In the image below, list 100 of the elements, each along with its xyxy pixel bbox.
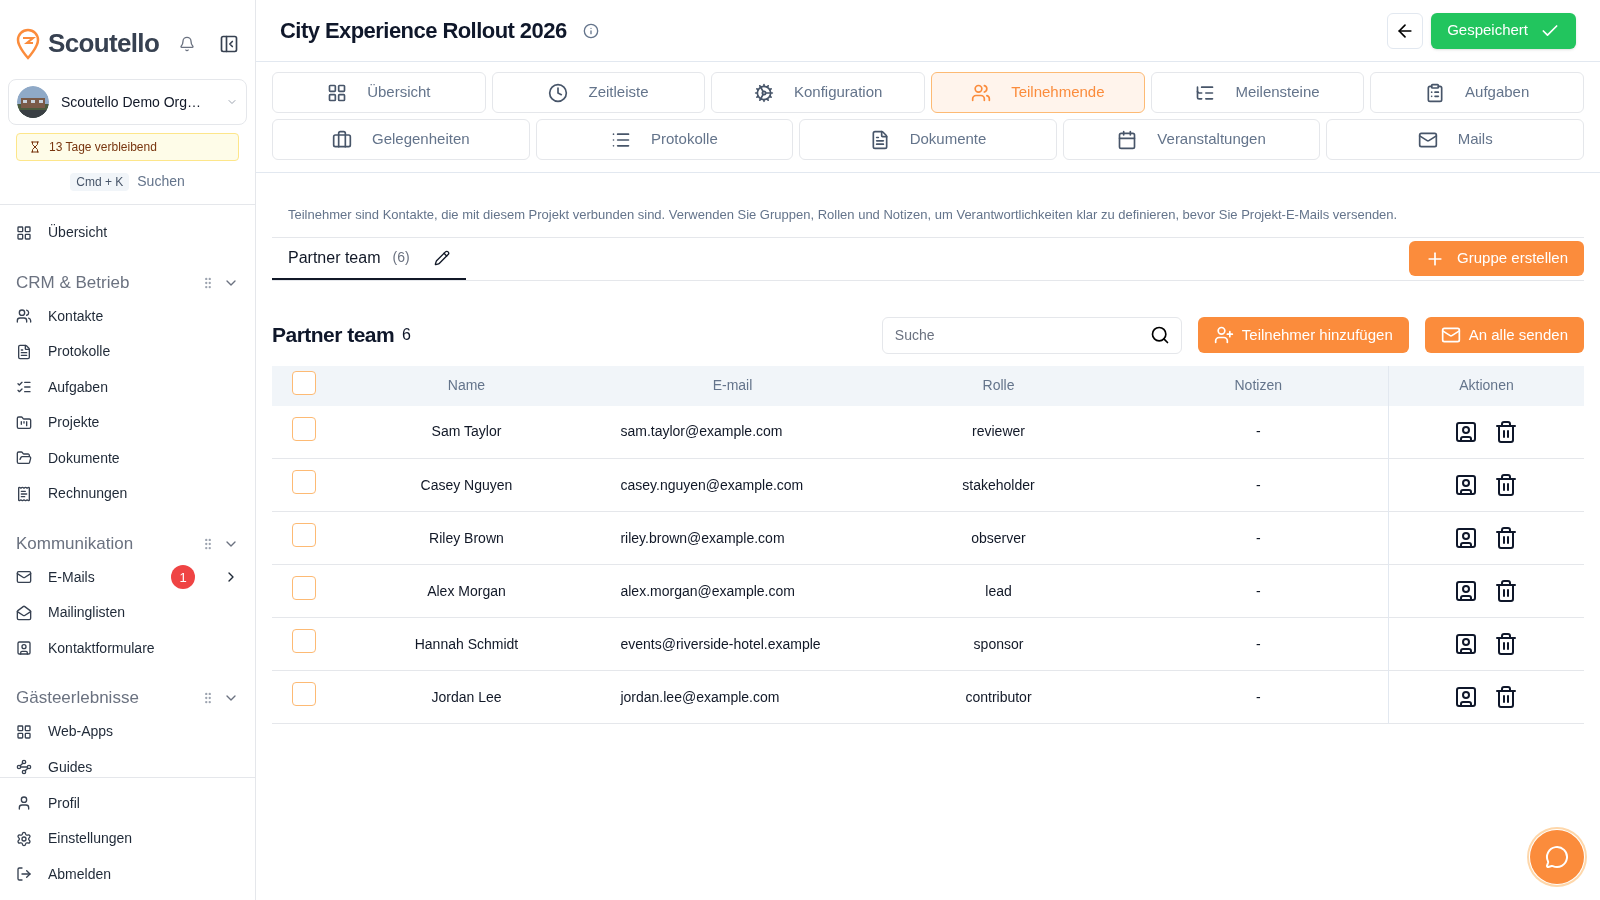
user-icon: [16, 795, 32, 812]
contact-card-icon[interactable]: [1454, 685, 1479, 709]
sidebar-item[interactable]: Protokolle: [0, 334, 255, 370]
row-checkbox[interactable]: [292, 576, 317, 600]
column-header: Rolle: [868, 365, 1129, 406]
search-link[interactable]: Suchen: [137, 171, 185, 192]
contact-card-icon[interactable]: [1454, 632, 1479, 656]
sidebar-item[interactable]: Rechnungen: [0, 476, 255, 512]
tab[interactable]: Aufgaben: [1370, 72, 1585, 113]
route-icon: [16, 759, 32, 776]
gear-icon: [753, 82, 774, 103]
table-cell: riley.brown@example.com: [596, 511, 869, 565]
section-heading: Kommunikation: [16, 532, 135, 555]
sidebar-item[interactable]: Kontakte: [0, 298, 255, 334]
sidebar-item[interactable]: Übersicht: [0, 215, 255, 251]
table-cell: Alex Morgan: [336, 564, 597, 618]
sidebar-item[interactable]: Abmelden: [0, 856, 255, 892]
section-heading: Gästeerlebnisse: [16, 687, 140, 710]
user-plus-icon: [1213, 325, 1234, 345]
row-checkbox[interactable]: [292, 629, 317, 653]
section-heading: CRM & Betrieb: [16, 271, 131, 294]
table-cell: sponsor: [868, 617, 1129, 671]
sidebar-item[interactable]: Mailinglisten: [0, 595, 255, 631]
sidebar-item[interactable]: E-Mails 1: [0, 559, 255, 595]
grid-icon: [16, 224, 32, 241]
table-cell: Casey Nguyen: [336, 458, 597, 512]
grid-icon: [327, 82, 348, 103]
contact-card-icon[interactable]: [1454, 419, 1479, 444]
table-cell: events@riverside-hotel.example: [596, 617, 869, 671]
receipt-icon: [16, 485, 32, 502]
sidebar-item[interactable]: Dokumente: [0, 440, 255, 476]
column-header: Name: [336, 365, 597, 406]
table-cell: Jordan Lee: [336, 670, 597, 724]
page-title: City Experience Rollout 2026: [280, 17, 567, 45]
notification-bell-icon[interactable]: [179, 35, 195, 52]
row-checkbox[interactable]: [292, 682, 317, 706]
mail-icon: [16, 569, 32, 586]
table-cell: jordan.lee@example.com: [596, 670, 869, 724]
description-text: Teilnehmer sind Kontakte, die mit diesem Projekt verbunden sind. Verwenden Sie Gruppen, Rollen und Notizen, um Verantwortlichkeiten klar zu definieren, bevor Sie Projekt-E-Mails versenden.: [287, 206, 1399, 224]
folder-icon: [16, 450, 32, 467]
contact-card-icon[interactable]: [1454, 579, 1479, 603]
trial-banner: 13 Tage verbleibend: [16, 133, 239, 161]
delete-icon[interactable]: [1494, 526, 1519, 550]
open-envelope-icon: [16, 604, 32, 621]
tab[interactable]: Übersicht: [272, 72, 486, 113]
clipboard-icon: [1425, 82, 1446, 103]
tab[interactable]: Mails: [1326, 119, 1584, 160]
users-icon: [16, 308, 32, 325]
back-button[interactable]: [1387, 12, 1424, 49]
logo-icon: [16, 27, 40, 60]
sidebar-item[interactable]: Aufgaben: [0, 369, 255, 405]
sidebar-item[interactable]: Projekte: [0, 405, 255, 441]
logout-icon: [16, 866, 32, 883]
tab[interactable]: Konfiguration: [711, 72, 925, 113]
delete-icon[interactable]: [1494, 685, 1519, 709]
group-count: 6: [402, 325, 411, 345]
mail-icon: [1440, 325, 1461, 345]
group-title: Partner team: [272, 322, 395, 349]
tab[interactable]: Gelegenheiten: [272, 119, 530, 160]
tab[interactable]: Veranstaltungen: [1062, 119, 1321, 160]
sidebar-item[interactable]: Einstellungen: [0, 821, 255, 857]
group-tab[interactable]: Partner team (6): [272, 237, 466, 280]
sidebar-item[interactable]: Kontaktformulare: [0, 630, 255, 666]
delete-icon[interactable]: [1494, 473, 1519, 497]
tab[interactable]: Protokolle: [535, 119, 794, 160]
table-cell: Sam Taylor: [336, 405, 597, 459]
table-cell: lead: [868, 564, 1129, 618]
delete-icon[interactable]: [1494, 632, 1519, 656]
tab[interactable]: Zeitleiste: [491, 72, 706, 113]
delete-icon[interactable]: [1494, 579, 1519, 603]
search-field[interactable]: Suche: [881, 316, 1182, 354]
sidebar-item[interactable]: Web-Apps: [0, 714, 255, 750]
table-cell: alex.morgan@example.com: [596, 564, 869, 618]
tab[interactable]: Meilensteine: [1150, 72, 1365, 113]
collapse-sidebar-icon[interactable]: [219, 33, 239, 54]
contact-card-icon: [16, 640, 32, 657]
contact-card-icon[interactable]: [1454, 473, 1479, 497]
tab[interactable]: Dokumente: [799, 119, 1057, 160]
table-cell: observer: [868, 511, 1129, 565]
search-icon[interactable]: [1149, 324, 1170, 345]
info-icon[interactable]: [582, 22, 599, 39]
select-all-checkbox[interactable]: [292, 370, 317, 395]
row-checkbox[interactable]: [292, 470, 317, 494]
row-checkbox[interactable]: [292, 416, 317, 441]
row-checkbox[interactable]: [292, 523, 317, 547]
edit-icon[interactable]: [433, 249, 450, 266]
table-cell: -: [1128, 670, 1389, 724]
sidebar-item[interactable]: Guides: [0, 749, 255, 777]
table-cell: Riley Brown: [336, 511, 597, 565]
organization-selector[interactable]: Scoutello Demo Org…: [8, 79, 247, 125]
settings-icon: [16, 830, 32, 847]
table-cell: Hannah Schmidt: [336, 617, 597, 671]
contact-card-icon[interactable]: [1454, 526, 1479, 550]
brand-name: Scoutello: [48, 27, 160, 60]
table-cell: -: [1128, 617, 1389, 671]
column-header: E-mail: [596, 365, 869, 406]
table-cell: stakeholder: [868, 458, 1129, 512]
delete-icon[interactable]: [1494, 419, 1519, 444]
sidebar-item[interactable]: Profil: [0, 785, 255, 821]
table-cell: sam.taylor@example.com: [596, 405, 869, 459]
